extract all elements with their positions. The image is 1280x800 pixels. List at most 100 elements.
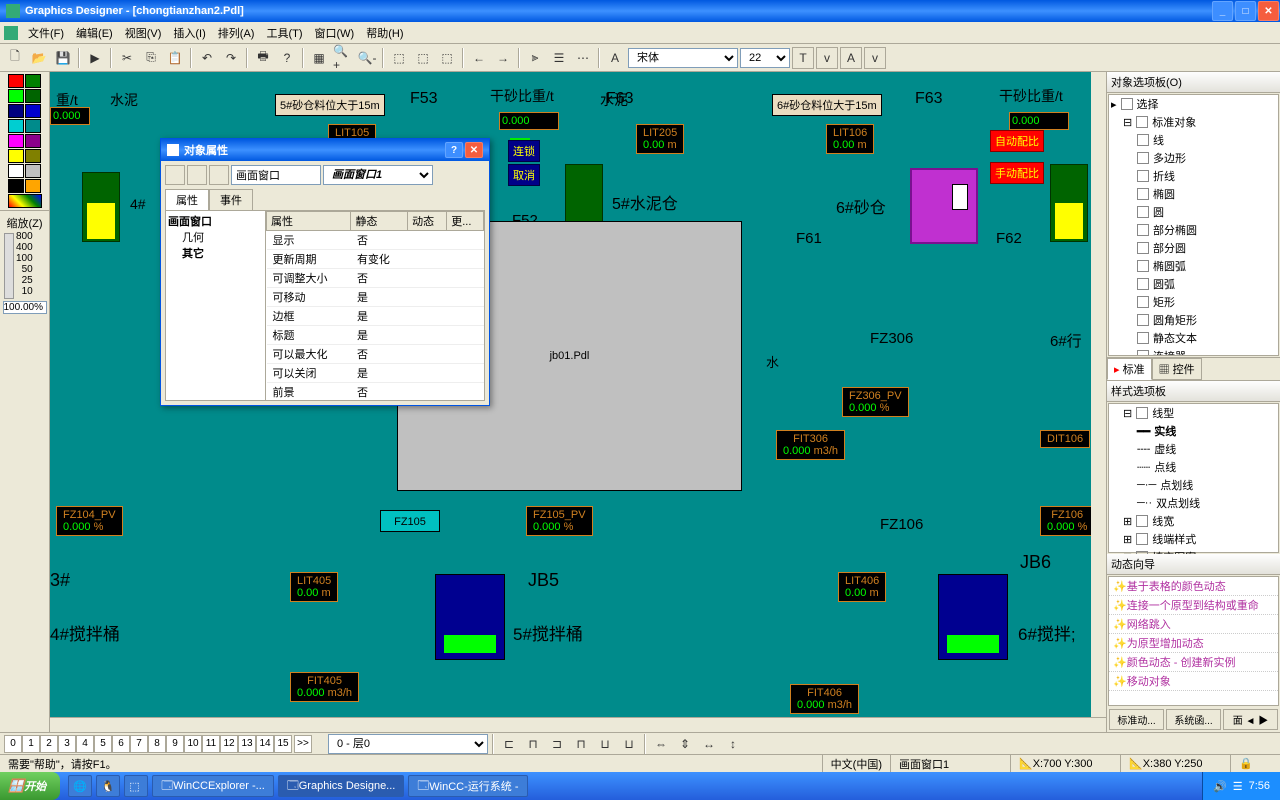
dialog-tree[interactable]: 画面窗口 几何 其它 <box>166 211 266 400</box>
start-button[interactable]: 🪟 开始 <box>0 772 60 800</box>
layer-button[interactable]: 15 <box>274 735 292 753</box>
new-icon[interactable]: 🗋 <box>4 47 26 69</box>
color-swatch[interactable] <box>25 149 41 163</box>
dialog-close-button[interactable]: ✕ <box>465 142 483 158</box>
cut-icon[interactable]: ✂ <box>116 47 138 69</box>
dialog-title-bar[interactable]: 对象属性 ? ✕ <box>161 139 489 161</box>
layer-button[interactable]: 6 <box>112 735 130 753</box>
tree-root[interactable]: 画面窗口 <box>168 213 263 229</box>
menu-app-icon[interactable] <box>4 26 18 40</box>
layer-button[interactable]: 12 <box>220 735 238 753</box>
align-b-icon[interactable]: ⊔ <box>618 733 640 755</box>
misc3-icon[interactable]: ⬚ <box>436 47 458 69</box>
layer-more[interactable]: >> <box>294 735 312 753</box>
obj-item[interactable]: 圆弧 <box>1109 275 1278 293</box>
fontsize-select[interactable]: 22 <box>740 48 790 68</box>
layer-button[interactable]: 8 <box>148 735 166 753</box>
help-icon[interactable]: ? <box>276 47 298 69</box>
same-w-icon[interactable]: ↔ <box>698 733 720 755</box>
color-swatch[interactable] <box>25 104 41 118</box>
dyn-btn-3[interactable]: 面 ◄ ▶ <box>1223 709 1278 730</box>
tree-geom[interactable]: 几何 <box>168 229 263 245</box>
dyn-item[interactable]: ✨连接一个原型到结构或重命 <box>1109 596 1278 615</box>
layer-button[interactable]: 1 <box>22 735 40 753</box>
task-graphics-designer[interactable]: 🗔 Graphics Designe... <box>278 775 405 797</box>
dyn-btn-1[interactable]: 标准动... <box>1109 709 1164 730</box>
tab-events[interactable]: 事件 <box>209 189 253 210</box>
dist-h-icon[interactable]: ⇔ <box>650 733 672 755</box>
canvas-h-scrollbar[interactable] <box>50 717 1106 732</box>
maximize-button[interactable]: □ <box>1235 1 1256 21</box>
dyn-item[interactable]: ✨网络跳入 <box>1109 615 1278 634</box>
task-wincc-runtime[interactable]: 🗔 WinCC-运行系统 - <box>408 775 527 797</box>
tray-icon[interactable]: ☰ <box>1233 780 1243 793</box>
align-r-icon[interactable]: ⊐ <box>546 733 568 755</box>
layer-button[interactable]: 2 <box>40 735 58 753</box>
object-properties-dialog[interactable]: 对象属性 ? ✕ 画面窗口1 属性 事件 <box>160 138 490 406</box>
menu-insert[interactable]: 插入(I) <box>167 23 211 43</box>
btn-auto[interactable]: 自动配比 <box>990 130 1044 152</box>
misc-icon[interactable]: ⬚ <box>388 47 410 69</box>
open-icon[interactable]: 📂 <box>28 47 50 69</box>
task-wincc-explorer[interactable]: 🗔 WinCCExplorer -... <box>152 775 274 797</box>
bold-icon[interactable]: T <box>792 47 814 69</box>
obj-item[interactable]: 矩形 <box>1109 293 1278 311</box>
obj-item[interactable]: 圆角矩形 <box>1109 311 1278 329</box>
print-icon[interactable]: 🖶 <box>252 47 274 69</box>
menu-edit[interactable]: 编辑(E) <box>70 23 119 43</box>
copy-icon[interactable]: ⎘ <box>140 47 162 69</box>
tree-other[interactable]: 其它 <box>168 245 263 261</box>
arrow-right-icon[interactable]: → <box>492 47 514 69</box>
obj-item[interactable]: 部分椭圆 <box>1109 221 1278 239</box>
color-swatch[interactable] <box>8 149 24 163</box>
tab-controls[interactable]: ▦ 控件 <box>1152 358 1202 380</box>
layer-button[interactable]: 0 <box>4 735 22 753</box>
ql-ie-icon[interactable]: 🌐 <box>68 775 92 797</box>
obj-item[interactable]: 线 <box>1109 131 1278 149</box>
fontcolor-icon[interactable]: A <box>604 47 626 69</box>
color-swatch[interactable] <box>8 74 24 88</box>
close-button[interactable]: ✕ <box>1258 1 1279 21</box>
color-swatch[interactable] <box>25 119 41 133</box>
undo-icon[interactable]: ↶ <box>196 47 218 69</box>
dist-v-icon[interactable]: ⇕ <box>674 733 696 755</box>
style-palette[interactable]: ⊟线型 ━━ 实线 ╌╌ 虚线 ┄┄ 点线 ─·─ 点划线 ─·· 双点划线 ⊞… <box>1108 403 1279 553</box>
minimize-button[interactable]: _ <box>1212 1 1233 21</box>
tab-properties[interactable]: 属性 <box>165 189 209 210</box>
color-swatch[interactable] <box>8 134 24 148</box>
object-name-select[interactable]: 画面窗口1 <box>323 165 433 185</box>
obj-item[interactable]: 连接器 <box>1109 347 1278 356</box>
menu-view[interactable]: 视图(V) <box>119 23 168 43</box>
layer-button[interactable]: 5 <box>94 735 112 753</box>
redo-icon[interactable]: ↷ <box>220 47 242 69</box>
save-icon[interactable]: 💾 <box>52 47 74 69</box>
obj-item[interactable]: 椭圆弧 <box>1109 257 1278 275</box>
btn-manual[interactable]: 手动配比 <box>990 162 1044 184</box>
zoomin-icon[interactable]: 🔍+ <box>332 47 354 69</box>
layer-button[interactable]: 14 <box>256 735 274 753</box>
align-t-icon[interactable]: ⊓ <box>570 733 592 755</box>
color-swatch[interactable] <box>25 134 41 148</box>
color-swatch[interactable] <box>8 104 24 118</box>
obj-select[interactable]: 选择 <box>1137 96 1159 112</box>
layer-button[interactable]: 9 <box>166 735 184 753</box>
layer-button[interactable]: 10 <box>184 735 202 753</box>
dyn-item[interactable]: ✨移动对象 <box>1109 672 1278 691</box>
dyn-item[interactable]: ✨基于表格的颜色动态 <box>1109 577 1278 596</box>
align1-icon[interactable]: ⫸ <box>524 47 546 69</box>
zoom-slider[interactable] <box>4 233 14 299</box>
align-l-icon[interactable]: ⊏ <box>498 733 520 755</box>
layer-button[interactable]: 4 <box>76 735 94 753</box>
layer-button[interactable]: 13 <box>238 735 256 753</box>
grid-icon[interactable]: ▦ <box>308 47 330 69</box>
align2-icon[interactable]: ☰ <box>548 47 570 69</box>
dynamic-wizard[interactable]: ✨基于表格的颜色动态✨连接一个原型到结构或重命✨网络跳入✨为原型增加动态✨颜色动… <box>1108 576 1279 706</box>
obj-item[interactable]: 静态文本 <box>1109 329 1278 347</box>
color-custom[interactable] <box>8 194 42 208</box>
color-swatch[interactable] <box>25 89 41 103</box>
color-swatch[interactable] <box>25 74 41 88</box>
btn-cancel[interactable]: 取消 <box>508 164 540 186</box>
zoomout-icon[interactable]: 🔍- <box>356 47 378 69</box>
color-swatch[interactable] <box>25 179 41 193</box>
color-swatch[interactable] <box>25 164 41 178</box>
